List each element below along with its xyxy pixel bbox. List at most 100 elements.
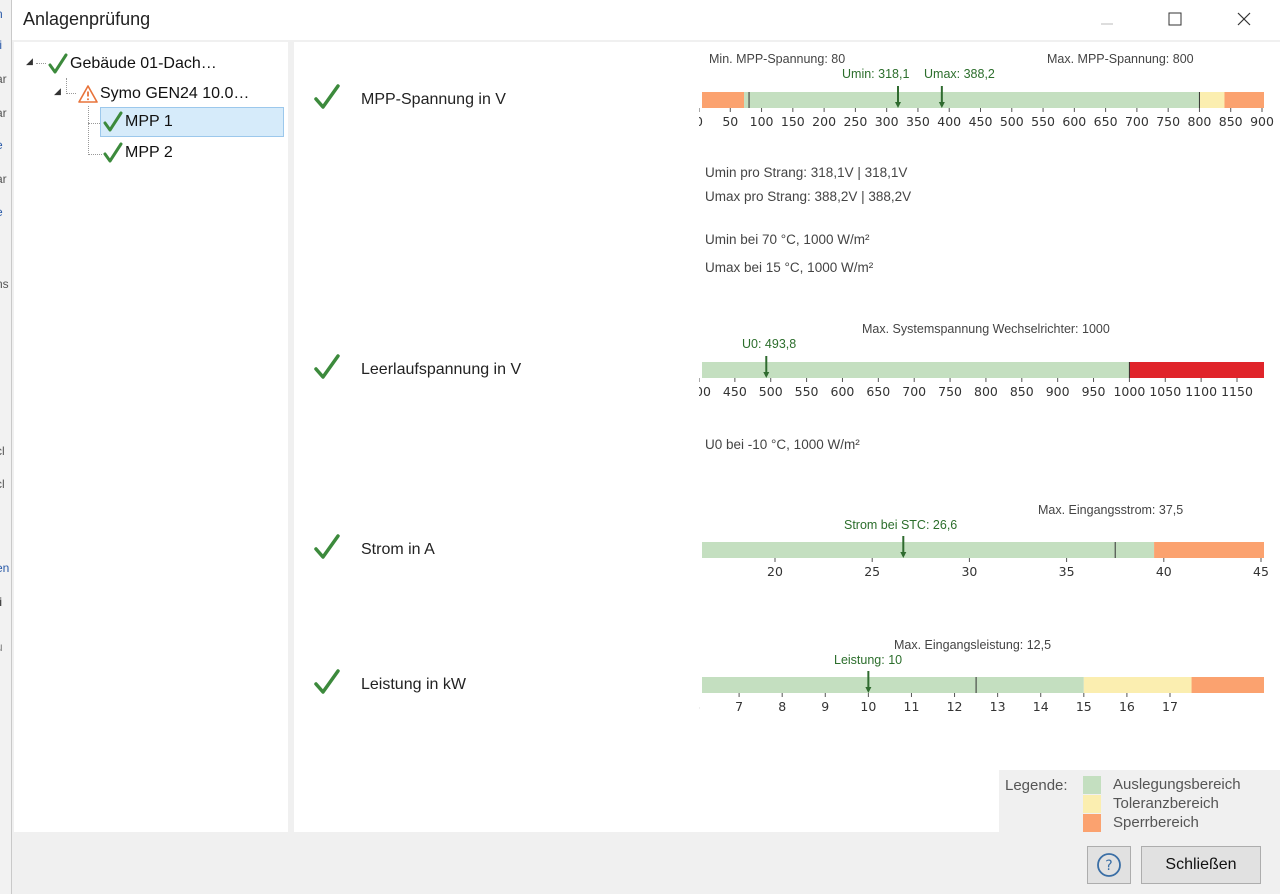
tree-item-label: Gebäude 01-Dach… [70, 55, 217, 72]
check-icon [103, 142, 123, 163]
help-button[interactable]: ? [1087, 846, 1131, 884]
gauge-zone [1083, 677, 1192, 693]
gauge-tick-label: 500 [1000, 114, 1024, 129]
gauge-tick-label: 450 [969, 114, 993, 129]
gauge-tick-label: 250 [843, 114, 867, 129]
bg-text: e [0, 138, 3, 152]
mpp-gauge: 0 50 100 150 200 250 300 350 400 450 500 550 600 650 7… [699, 86, 1274, 129]
check-icon [314, 84, 340, 109]
mpp-umin-label: Umin: 318,1 [842, 67, 910, 81]
bg-text: en [0, 561, 10, 575]
row-label-leistung: Leistung in kW [361, 676, 466, 693]
gauge-zone [1154, 542, 1264, 558]
tree-item-label: MPP 1 [125, 113, 173, 130]
bg-text: ar [0, 172, 7, 186]
tree-item-inverter[interactable]: Symo GEN24 10.0… [78, 80, 249, 108]
check-icon [103, 111, 123, 132]
bg-text: ar [0, 72, 7, 86]
gauge-tick-label: 950 [1082, 384, 1106, 399]
minimize-button[interactable] [1084, 0, 1130, 38]
collapse-toggle-icon[interactable]: ◢ [26, 56, 36, 66]
gauge-tick-label: 30 [961, 564, 977, 579]
tree-panel: ◢ Gebäude 01-Dach… ◢ Symo GEN24 10.0… MP… [14, 42, 288, 832]
tree-connector [88, 154, 102, 155]
help-icon: ? [1097, 853, 1121, 877]
gauge-tick-label: 1100 [1185, 384, 1217, 399]
leerlauf-gauge: 400 450 500 550 600 650 700 750 800 850 900 950 1000… [699, 356, 1264, 399]
maximize-icon [1168, 12, 1182, 26]
gauge-tick-label: 12 [947, 699, 963, 714]
legend-title: Legende: [1005, 777, 1068, 794]
gauge-tick-label: 650 [866, 384, 890, 399]
gauge-tick-label: 200 [812, 114, 836, 129]
gauge-tick-label: 300 [875, 114, 899, 129]
check-icon [48, 53, 68, 74]
gauge-tick-label: 150 [781, 114, 805, 129]
tree-connector [66, 78, 67, 92]
legend-swatch-block [1083, 814, 1101, 832]
close-icon [1237, 12, 1251, 26]
gauge-tick-label: 900 [1046, 384, 1070, 399]
leerlauf-u0-label: U0: 493,8 [742, 337, 797, 351]
bg-text: cl [0, 477, 5, 491]
collapse-toggle-icon[interactable]: ◢ [54, 86, 64, 96]
gauge-tick-label: 550 [1031, 114, 1055, 129]
gauge-tick-label: 10 [860, 699, 876, 714]
gauge-tick-label: 400 [937, 114, 961, 129]
mpp-max-label: Max. MPP-Spannung: 800 [1047, 52, 1194, 66]
gauge-tick-label: 1050 [1149, 384, 1181, 399]
mpp-info-umin: Umin pro Strang: 318,1V | 318,1V [705, 165, 908, 180]
row-label-strom: Strom in A [361, 541, 435, 558]
gauge-tick-label: 20 [767, 564, 783, 579]
leistung-gauge: 6 7 8 9 10 11 12 13 14 15 16 17 [699, 671, 1264, 714]
bg-text: ti [0, 38, 2, 52]
window-title: Anlagenprüfung [23, 9, 151, 29]
close-window-button[interactable] [1221, 0, 1267, 38]
background-app-strip: n ti ar ar e ar e ns cl cl en ti u [0, 0, 11, 894]
tree-connector [36, 63, 46, 64]
legend: Legende: Auslegungsbereich Toleranzberei… [999, 770, 1280, 834]
gauge-tick-label: 600 [831, 384, 855, 399]
minimize-icon [1101, 23, 1113, 25]
leerlauf-info: U0 bei -10 °C, 1000 W/m² [705, 437, 860, 452]
tree-item-label: Symo GEN24 10.0… [100, 85, 250, 102]
gauge-tick-label: 800 [974, 384, 998, 399]
close-button[interactable]: Schließen [1141, 846, 1261, 884]
gauge-tick-label: 850 [1219, 114, 1243, 129]
bg-text: e [0, 205, 3, 219]
strom-max-label: Max. Eingangsstrom: 37,5 [1038, 503, 1184, 517]
tree-item-mpp1[interactable]: MPP 1 [100, 107, 284, 137]
gauge-zone [1199, 92, 1225, 108]
gauge-tick-label: 700 [902, 384, 926, 399]
gauge-zone [1129, 362, 1264, 378]
gauge-tick-label: 25 [864, 564, 880, 579]
gauge-tick-label: 45 [1253, 564, 1269, 579]
tree-item-building[interactable]: Gebäude 01-Dach… [48, 50, 217, 78]
legend-label-block: Sperrbereich [1113, 814, 1199, 831]
row-label-mpp: MPP-Spannung in V [361, 91, 506, 108]
mpp-umax-label: Umax: 388,2 [924, 67, 995, 81]
gauge-tick-label: 16 [1119, 699, 1135, 714]
gauge-tick-label: 800 [1188, 114, 1212, 129]
gauge-tick-label: 550 [795, 384, 819, 399]
title-bar: Anlagenprüfung [12, 0, 1280, 40]
svg-text:?: ? [1105, 858, 1112, 874]
gauge-tick-label: 900 [1250, 114, 1274, 129]
tree-item-mpp2[interactable]: MPP 2 [103, 139, 173, 167]
gauge-tick-label: 6 [699, 699, 700, 714]
bg-text: cl [0, 444, 5, 458]
gauge-zone [1224, 92, 1264, 108]
check-results-panel: MPP-Spannung in V Min. MPP-Spannung: 80 … [294, 42, 1280, 834]
gauge-tick-label: 15 [1076, 699, 1092, 714]
gauge-tick-label: 1150 [1221, 384, 1253, 399]
gauge-tick-label: 100 [750, 114, 774, 129]
gauge-tick-label: 17 [1162, 699, 1178, 714]
check-icon [314, 534, 340, 559]
gauge-zone [744, 92, 1200, 108]
gauge-zone [702, 677, 1084, 693]
maximize-button[interactable] [1152, 0, 1198, 38]
legend-swatch-tolerance [1083, 795, 1101, 813]
gauge-tick-label: 0 [699, 114, 703, 129]
check-icon [314, 669, 340, 694]
gauge-tick-label: 750 [938, 384, 962, 399]
